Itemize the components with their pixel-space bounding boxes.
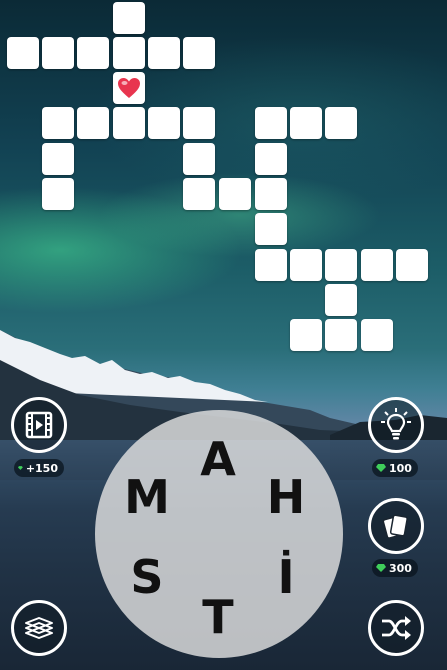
crossword-cell (42, 37, 74, 69)
crossword-cell (361, 249, 393, 281)
gem-icon (376, 464, 386, 472)
shuffle-button[interactable] (368, 600, 424, 656)
heart-icon (118, 78, 140, 98)
crossword-cell (42, 143, 74, 175)
crossword-cell (113, 37, 145, 69)
crossword-cell (290, 107, 322, 139)
reveal-cards-button[interactable] (368, 498, 424, 554)
dictionary-button[interactable] (11, 600, 67, 656)
hint-cost-badge: 100 (372, 459, 418, 477)
crossword-cell (325, 319, 357, 351)
crossword-cell (183, 37, 215, 69)
shuffle-icon (382, 616, 411, 640)
crossword-cell (183, 143, 215, 175)
cards-icon (382, 514, 408, 539)
crossword-cell (325, 284, 357, 316)
wheel-letter[interactable]: H (261, 472, 311, 522)
crossword-cell (219, 178, 251, 210)
books-icon (25, 617, 53, 639)
crossword-cell (183, 178, 215, 210)
letter-wheel[interactable]: A H İ T S M (95, 410, 343, 658)
crossword-cell (255, 178, 287, 210)
crossword-cell (290, 249, 322, 281)
crossword-cell (148, 107, 180, 139)
crossword-cell (183, 107, 215, 139)
gem-icon (18, 466, 23, 470)
crossword-cell (290, 319, 322, 351)
video-reward-amount: +150 (25, 461, 58, 475)
crossword-cell (113, 107, 145, 139)
crossword-cell (361, 319, 393, 351)
crossword-cell (255, 107, 287, 139)
video-reward-badge: +150 (14, 459, 64, 477)
crossword-cell (42, 107, 74, 139)
crossword-cell (148, 37, 180, 69)
crossword-cell (325, 107, 357, 139)
hint-button[interactable] (368, 397, 424, 453)
crossword-cell (77, 107, 109, 139)
wheel-letter[interactable]: İ (261, 552, 311, 602)
wheel-letter[interactable]: S (122, 552, 172, 602)
lightbulb-icon (381, 408, 411, 440)
crossword-cell (325, 249, 357, 281)
wheel-letter[interactable]: M (122, 472, 172, 522)
watch-video-button[interactable] (11, 397, 67, 453)
crossword-cell (255, 143, 287, 175)
gem-icon (376, 564, 386, 572)
cards-cost-amount: 300 (389, 561, 412, 575)
crossword-cell (255, 213, 287, 245)
crossword-cell (77, 37, 109, 69)
crossword-cell (255, 249, 287, 281)
crossword-cell (42, 178, 74, 210)
cards-cost-badge: 300 (372, 559, 418, 577)
crossword-cell (7, 37, 39, 69)
hint-cost-amount: 100 (389, 461, 412, 475)
film-play-icon (25, 411, 53, 439)
crossword-cell (396, 249, 428, 281)
wheel-letter[interactable]: A (193, 434, 243, 484)
wheel-letter[interactable]: T (193, 592, 243, 642)
crossword-cell (113, 2, 145, 34)
heart-bonus-cell (113, 72, 145, 104)
crossword-board (0, 0, 447, 360)
